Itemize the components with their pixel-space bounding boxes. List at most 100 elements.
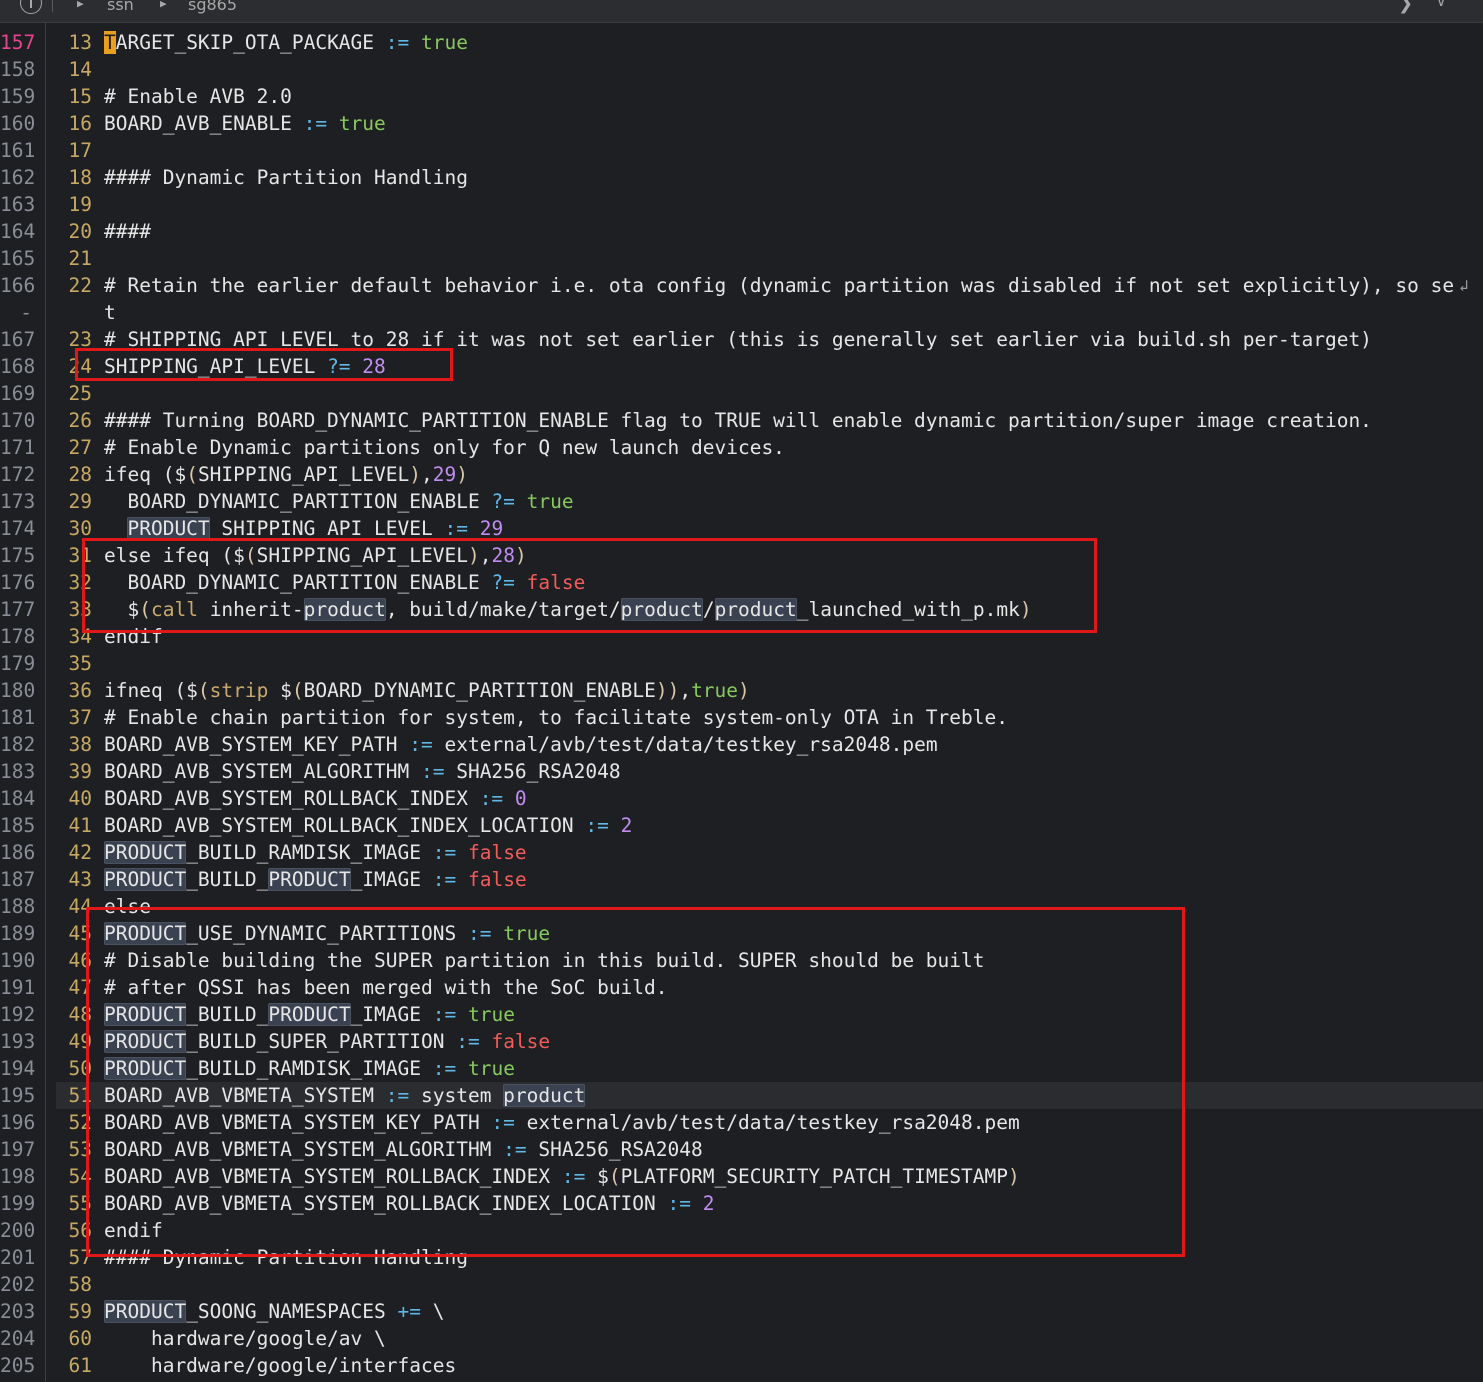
code-text[interactable]: # Enable chain partition for system, to …: [104, 704, 1008, 731]
code-line[interactable]: 163 19: [0, 191, 1483, 218]
code-line[interactable]: 199 55 BOARD_AVB_VBMETA_SYSTEM_ROLLBACK_IN…: [0, 1190, 1483, 1217]
code-text[interactable]: BOARD_AVB_SYSTEM_KEY_PATH := external/av…: [104, 731, 938, 758]
code-line[interactable]: 171 27 # Enable Dynamic partitions only fo…: [0, 434, 1483, 461]
code-line[interactable]: 201 57 #### Dynamic Partition Handling: [0, 1244, 1483, 1271]
code-text[interactable]: BOARD_AVB_ENABLE := true: [104, 110, 386, 137]
code-line[interactable]: 164 20 ####: [0, 218, 1483, 245]
breadcrumb-item[interactable]: sg865: [188, 0, 237, 14]
code-text[interactable]: BOARD_AVB_SYSTEM_ROLLBACK_INDEX_LOCATION…: [104, 812, 632, 839]
code-line[interactable]: 173 29 BOARD_DYNAMIC_PARTITION_ENABLE ?= …: [0, 488, 1483, 515]
code-line[interactable]: 174 30 PRODUCT_SHIPPING_API_LEVEL := 29: [0, 515, 1483, 542]
code-text[interactable]: #### Dynamic Partition Handling: [104, 164, 468, 191]
code-text[interactable]: # SHIPPING_API_LEVEL to 28 if it was not…: [104, 326, 1372, 353]
chevron-down-icon[interactable]: ∨: [1436, 0, 1446, 10]
code-text[interactable]: BOARD_AVB_SYSTEM_ALGORITHM := SHA256_RSA…: [104, 758, 621, 785]
breadcrumb-item[interactable]: ssn: [107, 0, 134, 14]
code-line[interactable]: 159 15 # Enable AVB 2.0: [0, 83, 1483, 110]
code-line[interactable]: 198 54 BOARD_AVB_VBMETA_SYSTEM_ROLLBACK_IN…: [0, 1163, 1483, 1190]
code-text[interactable]: BOARD_DYNAMIC_PARTITION_ENABLE ?= true: [104, 488, 573, 515]
code-line[interactable]: 193 49 PRODUCT_BUILD_SUPER_PARTITION := fa…: [0, 1028, 1483, 1055]
code-line[interactable]: 178 34 endif: [0, 623, 1483, 650]
code-line[interactable]: 202 58: [0, 1271, 1483, 1298]
code-text[interactable]: hardware/google/av \: [104, 1325, 386, 1352]
code-line[interactable]: 194 50 PRODUCT_BUILD_RAMDISK_IMAGE := true: [0, 1055, 1483, 1082]
code-line[interactable]: 182 38 BOARD_AVB_SYSTEM_KEY_PATH := extern…: [0, 731, 1483, 758]
code-line[interactable]: 167 23 # SHIPPING_API_LEVEL to 28 if it wa…: [0, 326, 1483, 353]
code-text[interactable]: BOARD_AVB_SYSTEM_ROLLBACK_INDEX := 0: [104, 785, 527, 812]
code-text[interactable]: endif: [104, 623, 163, 650]
code-text[interactable]: # Disable building the SUPER partition i…: [104, 947, 985, 974]
code-text[interactable]: TARGET_SKIP_OTA_PACKAGE := true: [104, 29, 468, 56]
code-line[interactable]: 165 21: [0, 245, 1483, 272]
code-line[interactable]: -t: [0, 299, 1483, 326]
code-line[interactable]: 175 31 else ifeq ($(SHIPPING_API_LEVEL),28…: [0, 542, 1483, 569]
code-line[interactable]: 168 24 SHIPPING_API_LEVEL ?= 28: [0, 353, 1483, 380]
code-text[interactable]: # Enable AVB 2.0: [104, 83, 292, 110]
code-line[interactable]: 205 61 hardware/google/interfaces: [0, 1352, 1483, 1379]
code-line[interactable]: 197 53 BOARD_AVB_VBMETA_SYSTEM_ALGORITHM :…: [0, 1136, 1483, 1163]
code-line[interactable]: 183 39 BOARD_AVB_SYSTEM_ALGORITHM := SHA25…: [0, 758, 1483, 785]
code-line[interactable]: 176 32 BOARD_DYNAMIC_PARTITION_ENABLE ?= …: [0, 569, 1483, 596]
code-line[interactable]: 160 16 BOARD_AVB_ENABLE := true: [0, 110, 1483, 137]
code-text[interactable]: BOARD_AVB_VBMETA_SYSTEM := system produc…: [104, 1082, 586, 1109]
code-text[interactable]: ifneq ($(strip $(BOARD_DYNAMIC_PARTITION…: [104, 677, 750, 704]
line-number: 199: [0, 1192, 36, 1215]
code-text[interactable]: # Enable Dynamic partitions only for Q n…: [104, 434, 785, 461]
code-line[interactable]: 179 35: [0, 650, 1483, 677]
info-icon[interactable]: [20, 0, 42, 14]
code-line[interactable]: 187 43 PRODUCT_BUILD_PRODUCT_IMAGE := fals…: [0, 866, 1483, 893]
code-text[interactable]: BOARD_AVB_VBMETA_SYSTEM_KEY_PATH := exte…: [104, 1109, 1020, 1136]
code-line[interactable]: 191 47 # after QSSI has been merged with t…: [0, 974, 1483, 1001]
code-line[interactable]: 184 40 BOARD_AVB_SYSTEM_ROLLBACK_INDEX := …: [0, 785, 1483, 812]
code-line[interactable]: 169 25: [0, 380, 1483, 407]
code-text[interactable]: PRODUCT_BUILD_RAMDISK_IMAGE := false: [104, 839, 527, 866]
code-line[interactable]: 196 52 BOARD_AVB_VBMETA_SYSTEM_KEY_PATH :=…: [0, 1109, 1483, 1136]
code-text[interactable]: PRODUCT_BUILD_RAMDISK_IMAGE := true: [104, 1055, 515, 1082]
code-line[interactable]: 195 51 BOARD_AVB_VBMETA_SYSTEM := system p…: [0, 1082, 1483, 1109]
code-line[interactable]: 200 56 endif: [0, 1217, 1483, 1244]
code-line[interactable]: 166 22 # Retain the earlier default behavi…: [0, 272, 1483, 299]
code-line[interactable]: 177 33 $(call inherit-product, build/make…: [0, 596, 1483, 623]
code-line[interactable]: 172 28 ifeq ($(SHIPPING_API_LEVEL),29): [0, 461, 1483, 488]
chevron-right-icon[interactable]: ❯: [1398, 0, 1413, 14]
code-text[interactable]: # after QSSI has been merged with the So…: [104, 974, 668, 1001]
code-text[interactable]: else ifeq ($(SHIPPING_API_LEVEL),28): [104, 542, 527, 569]
code-text[interactable]: PRODUCT_SHIPPING_API_LEVEL := 29: [104, 515, 503, 542]
code-text[interactable]: SHIPPING_API_LEVEL ?= 28: [104, 353, 386, 380]
code-text[interactable]: ####: [104, 218, 151, 245]
code-line[interactable]: 188 44 else: [0, 893, 1483, 920]
code-editor[interactable]: 157 13 TARGET_SKIP_OTA_PACKAGE := true 158 1…: [0, 29, 1483, 1379]
code-line[interactable]: 157 13 TARGET_SKIP_OTA_PACKAGE := true: [0, 29, 1483, 56]
code-line[interactable]: 158 14: [0, 56, 1483, 83]
code-text[interactable]: $(call inherit-product, build/make/targe…: [104, 596, 1032, 623]
code-line[interactable]: 186 42 PRODUCT_BUILD_RAMDISK_IMAGE := fals…: [0, 839, 1483, 866]
code-line[interactable]: 203 59 PRODUCT_SOONG_NAMESPACES += \: [0, 1298, 1483, 1325]
code-line[interactable]: 170 26 #### Turning BOARD_DYNAMIC_PARTITIO…: [0, 407, 1483, 434]
code-text[interactable]: #### Turning BOARD_DYNAMIC_PARTITION_ENA…: [104, 407, 1372, 434]
code-line[interactable]: 190 46 # Disable building the SUPER partit…: [0, 947, 1483, 974]
code-text[interactable]: else: [104, 893, 151, 920]
code-text[interactable]: #### Dynamic Partition Handling: [104, 1244, 468, 1271]
code-line[interactable]: 204 60 hardware/google/av \: [0, 1325, 1483, 1352]
code-line[interactable]: 181 37 # Enable chain partition for system…: [0, 704, 1483, 731]
code-text[interactable]: BOARD_AVB_VBMETA_SYSTEM_ALGORITHM := SHA…: [104, 1136, 703, 1163]
code-text[interactable]: t: [104, 299, 116, 326]
code-line[interactable]: 189 45 PRODUCT_USE_DYNAMIC_PARTITIONS := t…: [0, 920, 1483, 947]
code-line[interactable]: 180 36 ifneq ($(strip $(BOARD_DYNAMIC_PART…: [0, 677, 1483, 704]
code-text[interactable]: endif: [104, 1217, 163, 1244]
code-text[interactable]: BOARD_AVB_VBMETA_SYSTEM_ROLLBACK_INDEX :…: [104, 1163, 1020, 1190]
code-text[interactable]: PRODUCT_USE_DYNAMIC_PARTITIONS := true: [104, 920, 550, 947]
code-line[interactable]: 192 48 PRODUCT_BUILD_PRODUCT_IMAGE := true: [0, 1001, 1483, 1028]
code-text[interactable]: PRODUCT_BUILD_SUPER_PARTITION := false: [104, 1028, 550, 1055]
code-line[interactable]: 161 17: [0, 137, 1483, 164]
code-text[interactable]: BOARD_AVB_VBMETA_SYSTEM_ROLLBACK_INDEX_L…: [104, 1190, 715, 1217]
code-text[interactable]: PRODUCT_SOONG_NAMESPACES += \: [104, 1298, 444, 1325]
code-text[interactable]: # Retain the earlier default behavior i.…: [104, 272, 1454, 299]
code-text[interactable]: BOARD_DYNAMIC_PARTITION_ENABLE ?= false: [104, 569, 585, 596]
code-text[interactable]: hardware/google/interfaces: [104, 1352, 456, 1379]
code-line[interactable]: 162 18 #### Dynamic Partition Handling: [0, 164, 1483, 191]
code-text[interactable]: PRODUCT_BUILD_PRODUCT_IMAGE := true: [104, 1001, 515, 1028]
code-text[interactable]: PRODUCT_BUILD_PRODUCT_IMAGE := false: [104, 866, 527, 893]
code-line[interactable]: 185 41 BOARD_AVB_SYSTEM_ROLLBACK_INDEX_LOC…: [0, 812, 1483, 839]
code-text[interactable]: ifeq ($(SHIPPING_API_LEVEL),29): [104, 461, 468, 488]
